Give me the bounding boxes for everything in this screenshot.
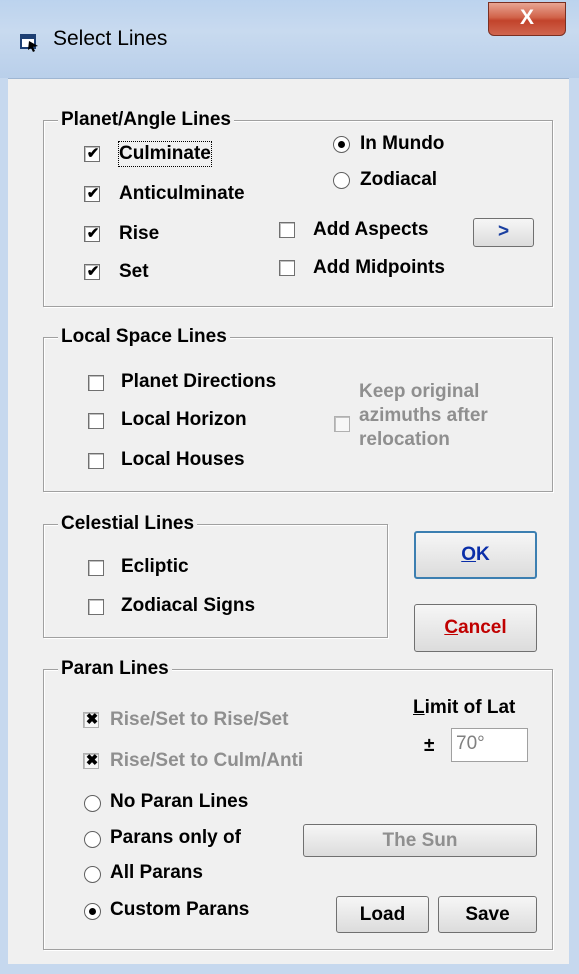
window-frame-left <box>0 78 8 974</box>
local-horizon-checkbox[interactable] <box>88 413 104 429</box>
limit-of-lat-input[interactable]: 70° <box>451 728 528 762</box>
ecliptic-label[interactable]: Ecliptic <box>121 555 189 579</box>
culminate-label[interactable]: Culminate <box>118 141 212 167</box>
celestial-group: Celestial Lines <box>43 511 388 638</box>
close-icon: X <box>519 6 534 29</box>
no-paran-lines-label[interactable]: No Paran Lines <box>110 790 248 814</box>
planet-directions-label[interactable]: Planet Directions <box>121 370 276 394</box>
custom-parans-radio[interactable] <box>84 903 101 920</box>
check-icon: ✔ <box>86 185 100 202</box>
local-horizon-label[interactable]: Local Horizon <box>121 408 247 432</box>
window-title: Select Lines <box>53 27 168 50</box>
paran-group-label: Paran Lines <box>58 656 172 682</box>
rise-set-to-culm-anti-checkbox[interactable]: ✖ <box>83 752 99 769</box>
rise-set-to-culm-anti-label[interactable]: Rise/Set to Culm/Anti <box>110 749 303 773</box>
the-sun-button[interactable]: The Sun <box>303 824 537 857</box>
ok-button[interactable]: OK <box>414 531 537 579</box>
culminate-checkbox[interactable]: ✔ <box>84 145 100 162</box>
add-midpoints-label[interactable]: Add Midpoints <box>313 256 445 280</box>
celestial-group-label: Celestial Lines <box>58 511 198 537</box>
add-midpoints-checkbox[interactable] <box>279 260 295 276</box>
rise-checkbox[interactable]: ✔ <box>84 225 100 242</box>
save-button[interactable]: Save <box>438 896 537 933</box>
window-frame-right <box>569 78 579 974</box>
window-frame-bottom <box>0 964 579 974</box>
cancel-button-label: ancel <box>458 617 507 638</box>
parans-only-of-label[interactable]: Parans only of <box>110 826 241 850</box>
local-houses-label[interactable]: Local Houses <box>121 448 245 472</box>
local-space-group-label: Local Space Lines <box>58 324 230 350</box>
all-parans-radio[interactable] <box>84 866 101 883</box>
load-button-label: Load <box>359 904 406 925</box>
local-houses-checkbox[interactable] <box>88 453 104 469</box>
rise-set-to-rise-set-checkbox[interactable]: ✖ <box>83 711 99 728</box>
limit-of-lat-accel: L <box>413 697 425 718</box>
check-icon: ✔ <box>86 145 100 162</box>
rise-label[interactable]: Rise <box>119 222 159 246</box>
chevron-right-icon: > <box>497 221 510 242</box>
parans-only-of-radio[interactable] <box>84 831 101 848</box>
cancel-button-accel: C <box>444 617 459 638</box>
zodiacal-radio[interactable] <box>333 172 350 189</box>
zodiacal-signs-checkbox[interactable] <box>88 599 104 615</box>
radio-selected-dot <box>89 908 96 915</box>
keep-azimuths-label-line1: Keep original <box>359 381 480 402</box>
keep-azimuths-label-line2: azimuths after <box>359 405 488 426</box>
x-check-icon: ✖ <box>85 711 99 728</box>
add-aspects-checkbox[interactable] <box>279 222 295 238</box>
add-aspects-label[interactable]: Add Aspects <box>313 218 428 242</box>
zodiacal-signs-label[interactable]: Zodiacal Signs <box>121 594 255 618</box>
check-icon: ✔ <box>86 263 100 280</box>
all-parans-label[interactable]: All Parans <box>110 861 203 885</box>
anticulminate-label[interactable]: Anticulminate <box>119 182 245 206</box>
ok-button-accel: O <box>461 544 477 565</box>
cancel-button[interactable]: Cancel <box>414 604 537 652</box>
app-icon <box>20 34 38 52</box>
set-checkbox[interactable]: ✔ <box>84 263 100 280</box>
close-button[interactable]: X <box>488 2 566 36</box>
load-button[interactable]: Load <box>336 896 429 933</box>
check-icon: ✔ <box>86 225 100 242</box>
plus-minus-label: ± <box>424 735 435 756</box>
set-label[interactable]: Set <box>119 260 149 284</box>
limit-of-lat-label: Limit of Lat <box>413 696 515 720</box>
custom-parans-label[interactable]: Custom Parans <box>110 898 249 922</box>
keep-azimuths-label-line3: relocation <box>359 429 450 450</box>
x-check-icon: ✖ <box>85 752 99 769</box>
keep-azimuths-checkbox[interactable] <box>334 416 350 432</box>
planet-angle-group-label: Planet/Angle Lines <box>58 107 234 133</box>
save-button-label: Save <box>465 904 510 925</box>
planet-directions-checkbox[interactable] <box>88 375 104 391</box>
title-bar[interactable]: Select Lines X <box>0 0 579 79</box>
aspects-options-button[interactable]: > <box>473 218 534 247</box>
in-mundo-radio[interactable] <box>333 136 350 153</box>
ok-button-label: K <box>476 544 490 565</box>
rise-set-to-rise-set-label[interactable]: Rise/Set to Rise/Set <box>110 708 288 732</box>
no-paran-lines-radio[interactable] <box>84 795 101 812</box>
the-sun-button-label: The Sun <box>382 830 458 851</box>
anticulminate-checkbox[interactable]: ✔ <box>84 185 100 202</box>
limit-of-lat-text: imit of Lat <box>424 697 516 718</box>
in-mundo-label[interactable]: In Mundo <box>360 132 444 156</box>
ecliptic-checkbox[interactable] <box>88 560 104 576</box>
radio-selected-dot <box>338 141 345 148</box>
select-lines-dialog: Select Lines X Planet/Angle Lines ✔ Culm… <box>0 0 579 974</box>
zodiacal-label[interactable]: Zodiacal <box>360 168 437 192</box>
